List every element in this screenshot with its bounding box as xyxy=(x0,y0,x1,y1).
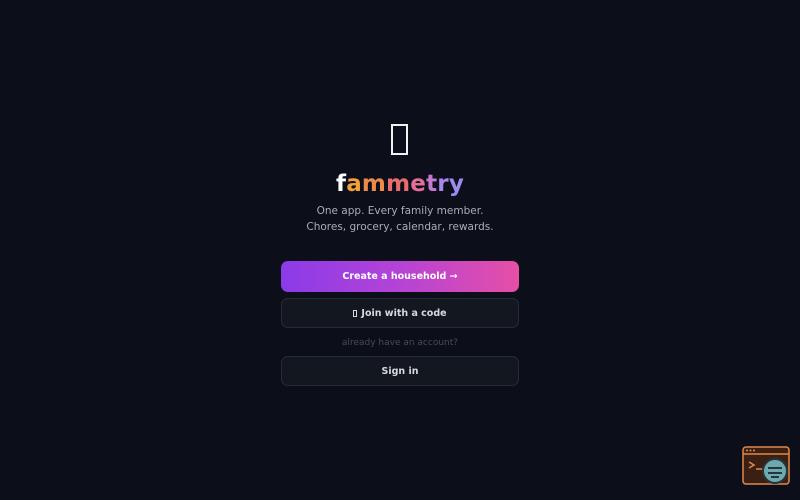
sign-in-button[interactable]: Sign in xyxy=(281,356,519,386)
brand-letter: t xyxy=(426,171,438,197)
brand-wordmark: fammetry xyxy=(0,168,800,200)
join-with-code-button[interactable]: Join with a code xyxy=(281,298,519,328)
app-logo-icon xyxy=(391,124,408,155)
create-household-label: Create a household → xyxy=(342,271,458,282)
devtools-toggle-icon[interactable] xyxy=(742,446,790,486)
brand-letter: m xyxy=(361,171,387,197)
brand-letter: m xyxy=(386,171,411,197)
tagline-line-2: Chores, grocery, calendar, rewards. xyxy=(306,221,494,233)
account-hint: already have an account? xyxy=(341,338,459,348)
tagline: One app. Every family member. Chores, gr… xyxy=(0,203,800,235)
tagline-line-1: One app. Every family member. xyxy=(316,205,484,217)
brand-letter: e xyxy=(410,171,427,197)
sign-in-label: Sign in xyxy=(381,365,419,377)
welcome-screen: fammetry One app. Every family member. C… xyxy=(0,0,800,500)
create-household-button[interactable]: Create a household → xyxy=(281,261,519,292)
brand-letter: f xyxy=(335,171,347,197)
brand-letter: r xyxy=(437,171,449,197)
brand-letter: y xyxy=(448,171,465,197)
brand-letter: a xyxy=(346,171,362,197)
join-with-code-label: Join with a code xyxy=(361,307,447,319)
key-icon xyxy=(353,309,358,317)
